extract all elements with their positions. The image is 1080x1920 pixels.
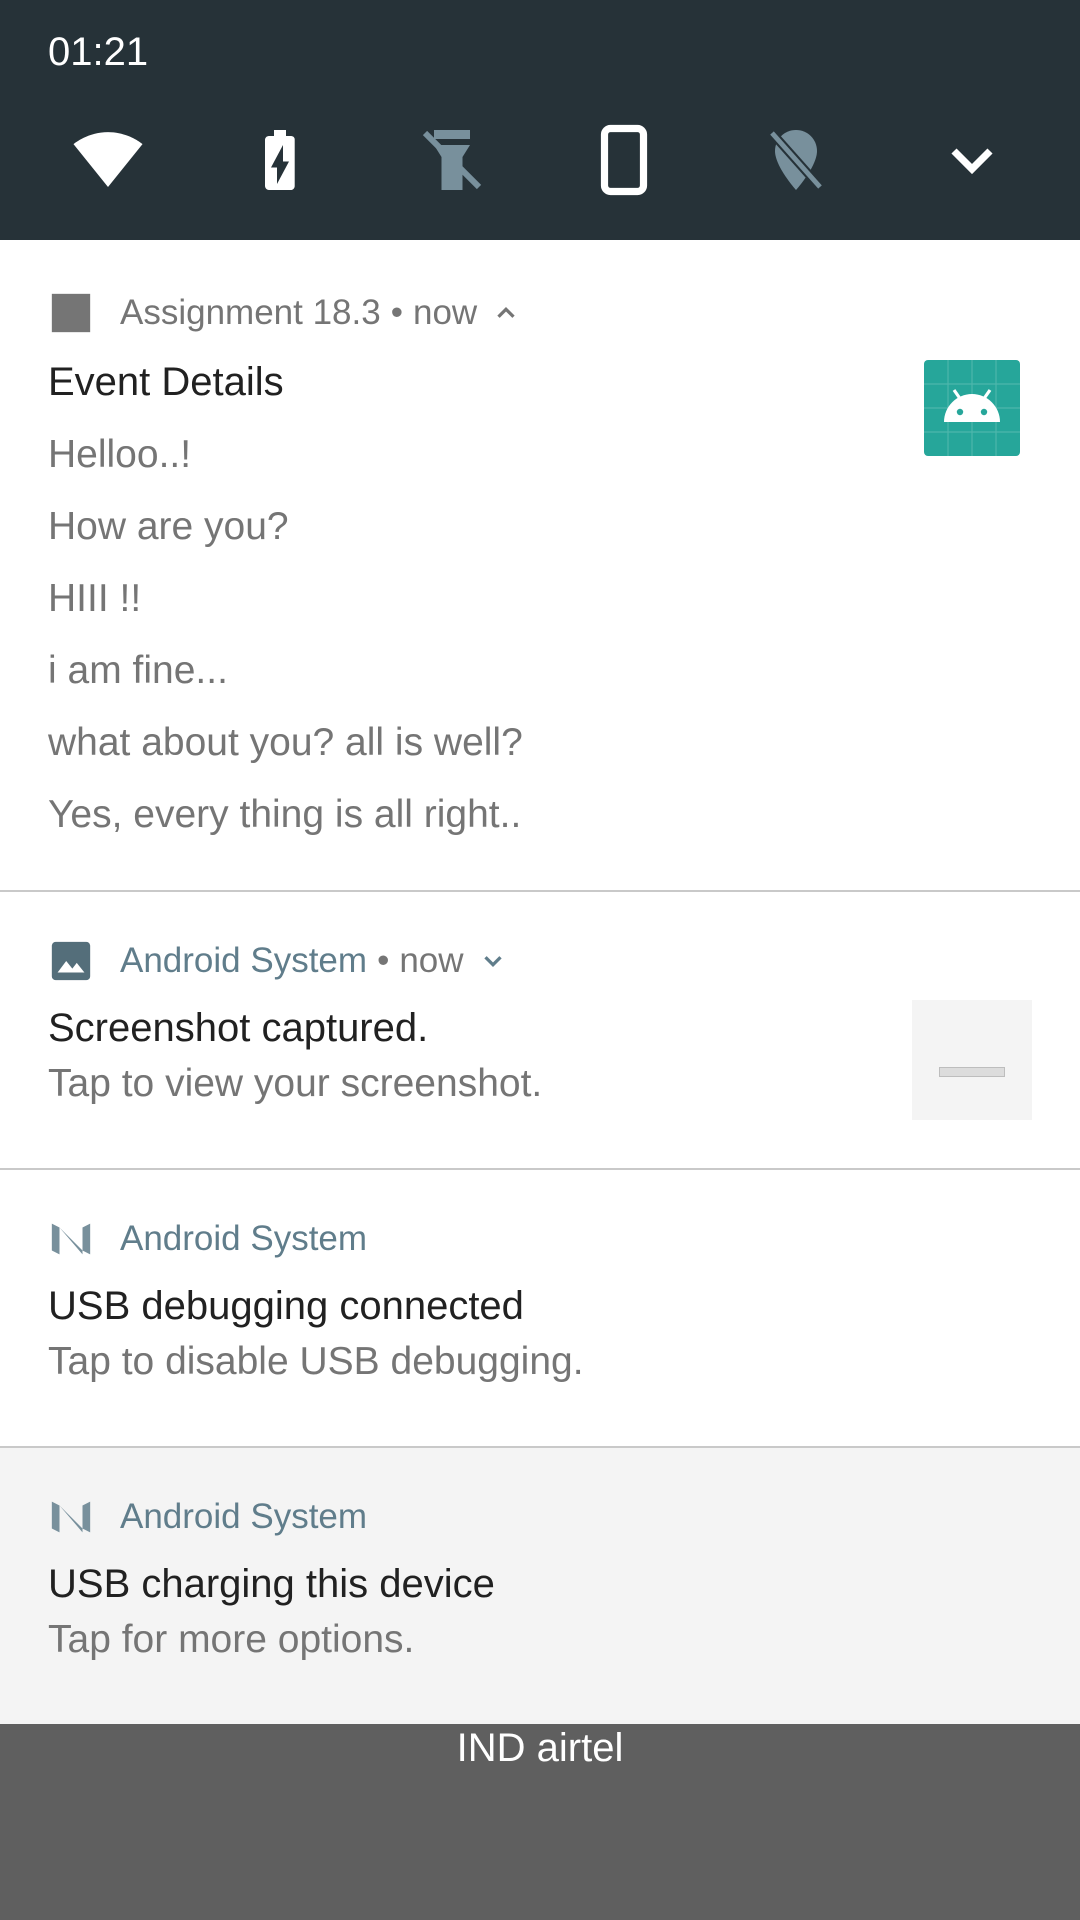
message-line: HIII !! [48, 577, 142, 620]
battery-saver-icon [265, 130, 295, 190]
app-name: Assignment 18.3 [120, 293, 381, 332]
notification-usb-debugging[interactable]: Android System USB debugging connected T… [0, 1170, 1080, 1446]
notification-title: Screenshot captured. [48, 1006, 429, 1050]
image-icon [48, 938, 94, 984]
expand-tile[interactable] [932, 120, 1012, 200]
notification-text: Tap to disable USB debugging. [48, 1340, 584, 1383]
notification-header: Android System [48, 1214, 367, 1264]
expand-chevron-icon [951, 148, 993, 175]
android-robot-icon [924, 360, 1020, 456]
carrier-label: IND airtel [456, 1726, 624, 1770]
separator-dot: • [377, 941, 390, 980]
notification-header: Android System [48, 1492, 367, 1542]
status-time: 01:21 [48, 30, 149, 74]
location-tile[interactable] [756, 120, 836, 200]
notification-text: Tap for more options. [48, 1618, 415, 1661]
message-line: i am fine... [48, 649, 228, 692]
separator-dot: • [390, 293, 403, 332]
message-line: How are you? [48, 505, 289, 548]
notification-panel: Assignment 18.3 • now Event Details Hell… [0, 240, 1080, 1724]
message-line: Yes, every thing is all right.. [48, 793, 522, 836]
auto-rotate-icon [600, 124, 648, 196]
thumbnail-preview [939, 1067, 1005, 1077]
app-square-icon [48, 290, 94, 336]
notification-title: Event Details [48, 360, 284, 404]
app-name: Android System [120, 1219, 368, 1258]
message-line: what about you? all is well? [48, 721, 523, 764]
notification-header: Assignment 18.3 • now [48, 288, 521, 338]
battery-saver-tile[interactable] [240, 120, 320, 200]
android-n-icon [48, 1216, 94, 1262]
auto-rotate-tile[interactable] [584, 120, 664, 200]
notification-assignment[interactable]: Assignment 18.3 • now Event Details Hell… [0, 240, 1080, 890]
quick-settings-header: 01:21 [0, 0, 1080, 240]
notification-text: Tap to view your screenshot. [48, 1062, 543, 1105]
notification-usb-charging[interactable]: Android System USB charging this device … [0, 1448, 1080, 1724]
notification-title: USB charging this device [48, 1562, 495, 1606]
timestamp: now [399, 941, 464, 980]
wifi-tile[interactable] [68, 120, 148, 200]
flashlight-tile[interactable] [412, 120, 492, 200]
wifi-icon [73, 132, 143, 187]
collapse-chevron-icon[interactable] [491, 298, 521, 328]
flashlight-off-icon [422, 130, 482, 190]
expand-chevron-icon[interactable] [478, 946, 508, 976]
notification-header: Android System • now [48, 936, 508, 986]
location-off-icon [768, 130, 824, 190]
notification-title: USB debugging connected [48, 1284, 524, 1328]
app-name: Android System [120, 941, 368, 980]
android-n-icon [48, 1494, 94, 1540]
timestamp: now [412, 293, 478, 332]
screenshot-thumbnail[interactable] [912, 1000, 1032, 1120]
app-name: Android System [120, 1497, 368, 1536]
message-line: Helloo..! [48, 433, 192, 476]
